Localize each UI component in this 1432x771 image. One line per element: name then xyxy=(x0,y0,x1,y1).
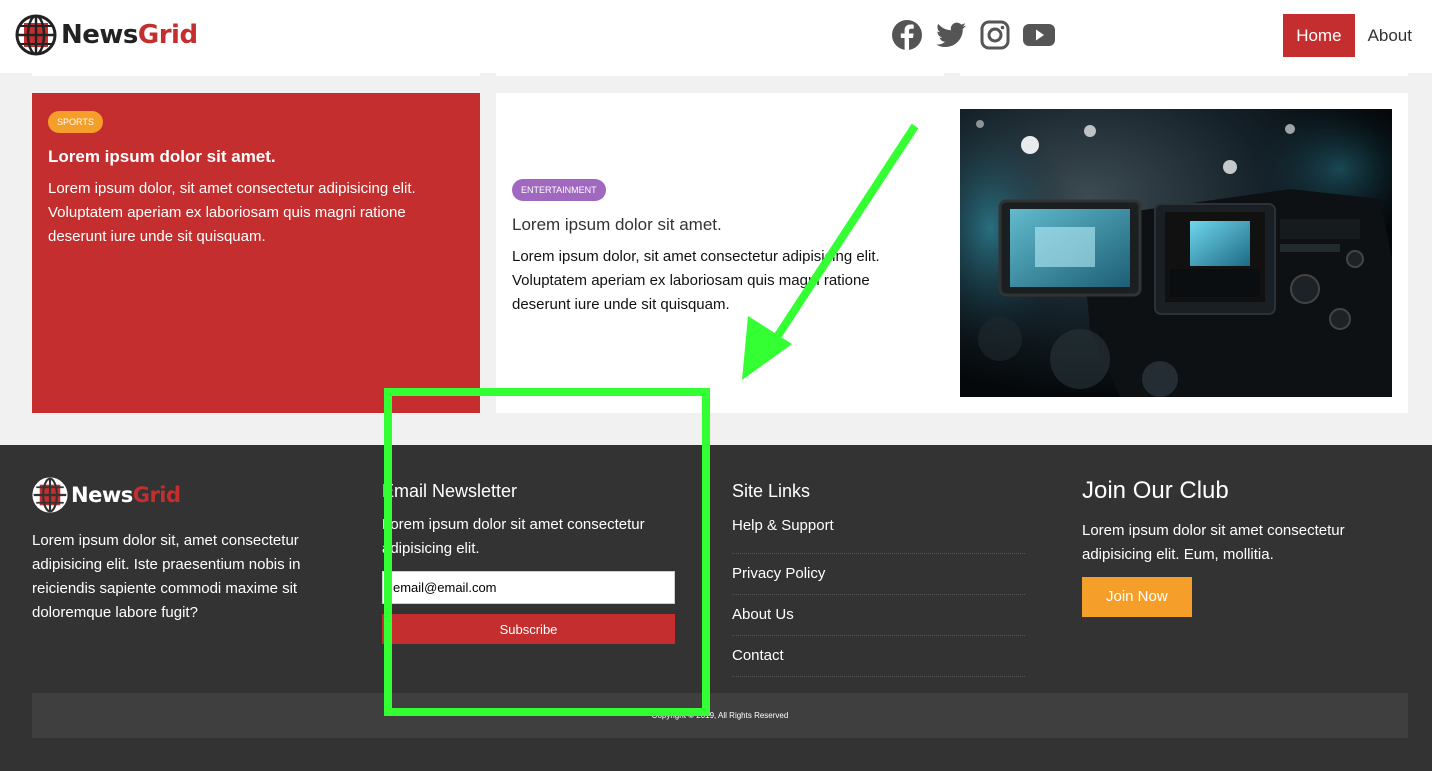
card-title[interactable]: Lorem ipsum dolor sit amet. xyxy=(48,147,464,167)
youtube-icon[interactable] xyxy=(1022,18,1056,52)
category-badge[interactable]: SPORTS xyxy=(48,111,103,133)
card-strip xyxy=(32,73,480,76)
site-links-title: Site Links xyxy=(732,481,811,501)
join-now-button[interactable]: Join Now xyxy=(1082,577,1192,617)
facebook-icon[interactable] xyxy=(890,18,924,52)
club-title: Join Our Club xyxy=(1082,477,1229,504)
footer-link-about[interactable]: About Us xyxy=(732,595,1025,636)
footer-about-text: Lorem ipsum dolor sit, amet consectetur … xyxy=(32,532,301,621)
social-links xyxy=(890,18,1056,52)
club-text: Lorem ipsum dolor sit amet consectetur a… xyxy=(1082,522,1345,563)
brand-news: News xyxy=(61,20,138,50)
brand-name: NewsGrid xyxy=(71,483,181,507)
nav-about-link[interactable]: About xyxy=(1355,14,1432,57)
footer-link-help[interactable]: Help & Support xyxy=(732,513,1025,554)
footer-site-links: Site Links Help & Support Privacy Policy… xyxy=(732,481,1025,677)
card-strip xyxy=(960,73,1408,76)
card-body: Lorem ipsum dolor, sit amet consectetur … xyxy=(512,248,880,313)
copyright-bar: Copyright © 2019, All Rights Reserved xyxy=(32,693,1408,738)
main-nav: Home About xyxy=(1283,14,1432,57)
brand-news: News xyxy=(71,483,133,507)
subscribe-button[interactable]: Subscribe xyxy=(382,614,675,644)
footer-link-contact[interactable]: Contact xyxy=(732,636,1025,677)
camera-image xyxy=(960,109,1392,397)
site-footer: NewsGrid Lorem ipsum dolor sit, amet con… xyxy=(0,445,1432,771)
site-links-list: Help & Support Privacy Policy About Us C… xyxy=(732,513,1025,677)
newsletter-title: Email Newsletter xyxy=(382,481,518,501)
globe-icon xyxy=(32,477,68,513)
entertainment-card[interactable]: ENTERTAINMENT Lorem ipsum dolor sit amet… xyxy=(496,93,1408,413)
newsletter-email-input[interactable] xyxy=(382,571,675,604)
brand-name: NewsGrid xyxy=(61,20,198,50)
footer-link-privacy[interactable]: Privacy Policy xyxy=(732,554,1025,595)
nav-home-link[interactable]: Home xyxy=(1283,14,1355,57)
card-body: Lorem ipsum dolor, sit amet consectetur … xyxy=(48,180,416,245)
card-strip xyxy=(496,73,944,76)
card-text: ENTERTAINMENT Lorem ipsum dolor sit amet… xyxy=(512,179,922,317)
brand-grid: Grid xyxy=(132,483,181,507)
card-title[interactable]: Lorem ipsum dolor sit amet. xyxy=(512,215,922,235)
brand-grid: Grid xyxy=(137,20,198,50)
site-header: NewsGrid Home About xyxy=(0,0,1432,73)
twitter-icon[interactable] xyxy=(934,18,968,52)
instagram-icon[interactable] xyxy=(978,18,1012,52)
newsletter-text: Lorem ipsum dolor sit amet consectetur a… xyxy=(382,516,645,557)
globe-icon xyxy=(15,14,57,56)
site-logo[interactable]: NewsGrid xyxy=(15,14,198,56)
camera-photo xyxy=(960,109,1392,397)
footer-club: Join Our Club Lorem ipsum dolor sit amet… xyxy=(1082,477,1382,617)
footer-about: NewsGrid Lorem ipsum dolor sit, amet con… xyxy=(32,477,332,625)
copyright-text: Copyright © 2019, All Rights Reserved xyxy=(651,711,789,720)
footer-logo[interactable]: NewsGrid xyxy=(32,477,332,513)
sports-card[interactable]: SPORTS Lorem ipsum dolor sit amet. Lorem… xyxy=(32,93,480,413)
footer-newsletter: Email Newsletter Lorem ipsum dolor sit a… xyxy=(382,481,675,644)
category-badge[interactable]: ENTERTAINMENT xyxy=(512,179,606,201)
